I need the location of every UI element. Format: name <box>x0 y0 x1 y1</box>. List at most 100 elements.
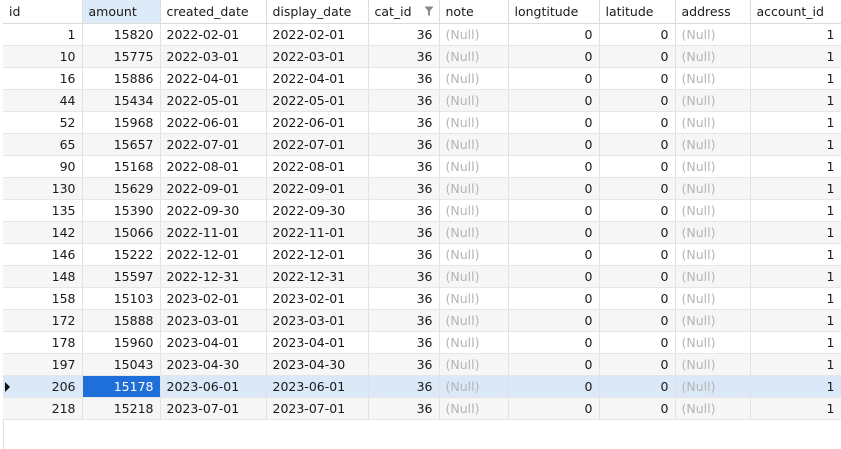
cell-address[interactable]: (Null) <box>675 265 751 288</box>
cell-amount[interactable]: 15168 <box>82 155 161 178</box>
table-row[interactable]: 146 15222 2022-12-01 2022-12-01 36 (Null) 0 0 (N… <box>3 243 841 266</box>
cell-longtitude[interactable]: 0 <box>508 309 600 332</box>
cell-latitude[interactable]: 0 <box>599 111 676 134</box>
funnel-icon[interactable] <box>424 6 434 17</box>
cell-id[interactable]: 172 <box>3 309 83 332</box>
cell-longtitude[interactable]: 0 <box>508 221 600 244</box>
cell-latitude[interactable]: 0 <box>599 397 676 420</box>
cell-id[interactable]: 135 <box>3 199 83 222</box>
table-row[interactable]: 65 15657 2022-07-01 2022-07-01 36 (Null) 0 0 (Nu… <box>3 133 841 156</box>
cell-display-date[interactable]: 2023-03-01 <box>266 309 369 332</box>
cell-id[interactable]: 130 <box>3 177 83 200</box>
table-row[interactable]: 16 15886 2022-04-01 2022-04-01 36 (Null) 0 0 (Nu… <box>3 67 841 90</box>
cell-created-date[interactable]: 2023-03-01 <box>160 309 267 332</box>
cell-latitude[interactable]: 0 <box>599 89 676 112</box>
table-row[interactable]: 172 15888 2023-03-01 2023-03-01 36 (Null) 0 0 (N… <box>3 309 841 332</box>
cell-cat-id[interactable]: 36 <box>368 67 440 90</box>
cell-id[interactable]: 1 <box>3 23 83 46</box>
column-header-account-id[interactable]: account_id <box>750 0 841 24</box>
cell-latitude[interactable]: 0 <box>599 375 676 398</box>
cell-address[interactable]: (Null) <box>675 243 751 266</box>
cell-id[interactable]: 146 <box>3 243 83 266</box>
cell-latitude[interactable]: 0 <box>599 353 676 376</box>
cell-created-date[interactable]: 2022-09-30 <box>160 199 267 222</box>
cell-display-date[interactable]: 2022-09-30 <box>266 199 369 222</box>
cell-note[interactable]: (Null) <box>439 309 509 332</box>
column-header-id[interactable]: id <box>3 0 83 24</box>
cell-account-id[interactable]: 1 <box>750 177 841 200</box>
cell-account-id[interactable]: 1 <box>750 265 841 288</box>
cell-created-date[interactable]: 2022-06-01 <box>160 111 267 134</box>
cell-address[interactable]: (Null) <box>675 67 751 90</box>
cell-note[interactable]: (Null) <box>439 45 509 68</box>
cell-latitude[interactable]: 0 <box>599 265 676 288</box>
cell-amount[interactable]: 15066 <box>82 221 161 244</box>
table-row[interactable]: 10 15775 2022-03-01 2022-03-01 36 (Null) 0 0 (Nu… <box>3 45 841 68</box>
cell-latitude[interactable]: 0 <box>599 199 676 222</box>
cell-latitude[interactable]: 0 <box>599 287 676 310</box>
table-row[interactable]: 178 15960 2023-04-01 2023-04-01 36 (Null) 0 0 (N… <box>3 331 841 354</box>
cell-account-id[interactable]: 1 <box>750 309 841 332</box>
column-header-latitude[interactable]: latitude <box>599 0 676 24</box>
cell-account-id[interactable]: 1 <box>750 243 841 266</box>
cell-id[interactable]: 10 <box>3 45 83 68</box>
cell-account-id[interactable]: 1 <box>750 331 841 354</box>
cell-created-date[interactable]: 2023-02-01 <box>160 287 267 310</box>
cell-address[interactable]: (Null) <box>675 177 751 200</box>
cell-cat-id[interactable]: 36 <box>368 89 440 112</box>
cell-created-date[interactable]: 2022-02-01 <box>160 23 267 46</box>
cell-note[interactable]: (Null) <box>439 331 509 354</box>
cell-id[interactable]: 16 <box>3 67 83 90</box>
cell-created-date[interactable]: 2023-07-01 <box>160 397 267 420</box>
cell-cat-id[interactable]: 36 <box>368 177 440 200</box>
cell-note[interactable]: (Null) <box>439 111 509 134</box>
cell-longtitude[interactable]: 0 <box>508 265 600 288</box>
cell-account-id[interactable]: 1 <box>750 155 841 178</box>
cell-display-date[interactable]: 2022-03-01 <box>266 45 369 68</box>
cell-id[interactable]: 44 <box>3 89 83 112</box>
cell-cat-id[interactable]: 36 <box>368 243 440 266</box>
cell-latitude[interactable]: 0 <box>599 243 676 266</box>
cell-created-date[interactable]: 2022-05-01 <box>160 89 267 112</box>
cell-display-date[interactable]: 2023-04-01 <box>266 331 369 354</box>
cell-account-id[interactable]: 1 <box>750 353 841 376</box>
cell-note[interactable]: (Null) <box>439 397 509 420</box>
cell-account-id[interactable]: 1 <box>750 199 841 222</box>
cell-account-id[interactable]: 1 <box>750 67 841 90</box>
cell-display-date[interactable]: 2023-02-01 <box>266 287 369 310</box>
cell-cat-id[interactable]: 36 <box>368 375 440 398</box>
cell-note[interactable]: (Null) <box>439 177 509 200</box>
cell-address[interactable]: (Null) <box>675 353 751 376</box>
cell-id[interactable]: 65 <box>3 133 83 156</box>
cell-display-date[interactable]: 2022-04-01 <box>266 67 369 90</box>
cell-longtitude[interactable]: 0 <box>508 243 600 266</box>
cell-cat-id[interactable]: 36 <box>368 199 440 222</box>
cell-latitude[interactable]: 0 <box>599 23 676 46</box>
cell-display-date[interactable]: 2023-04-30 <box>266 353 369 376</box>
cell-id[interactable]: 148 <box>3 265 83 288</box>
cell-longtitude[interactable]: 0 <box>508 353 600 376</box>
column-header-address[interactable]: address <box>675 0 751 24</box>
cell-created-date[interactable]: 2022-12-31 <box>160 265 267 288</box>
cell-longtitude[interactable]: 0 <box>508 177 600 200</box>
cell-created-date[interactable]: 2023-04-01 <box>160 331 267 354</box>
cell-address[interactable]: (Null) <box>675 375 751 398</box>
cell-display-date[interactable]: 2022-08-01 <box>266 155 369 178</box>
cell-account-id[interactable]: 1 <box>750 23 841 46</box>
cell-display-date[interactable]: 2022-07-01 <box>266 133 369 156</box>
cell-display-date[interactable]: 2023-06-01 <box>266 375 369 398</box>
cell-created-date[interactable]: 2022-08-01 <box>160 155 267 178</box>
column-header-amount[interactable]: amount <box>82 0 161 24</box>
cell-amount[interactable]: 15657 <box>82 133 161 156</box>
cell-cat-id[interactable]: 36 <box>368 23 440 46</box>
cell-longtitude[interactable]: 0 <box>508 375 600 398</box>
cell-note[interactable]: (Null) <box>439 67 509 90</box>
cell-created-date[interactable]: 2022-11-01 <box>160 221 267 244</box>
cell-latitude[interactable]: 0 <box>599 45 676 68</box>
table-row[interactable]: 135 15390 2022-09-30 2022-09-30 36 (Null) 0 0 (N… <box>3 199 841 222</box>
cell-amount[interactable]: 15218 <box>82 397 161 420</box>
cell-note[interactable]: (Null) <box>439 133 509 156</box>
cell-longtitude[interactable]: 0 <box>508 331 600 354</box>
cell-cat-id[interactable]: 36 <box>368 353 440 376</box>
cell-longtitude[interactable]: 0 <box>508 287 600 310</box>
